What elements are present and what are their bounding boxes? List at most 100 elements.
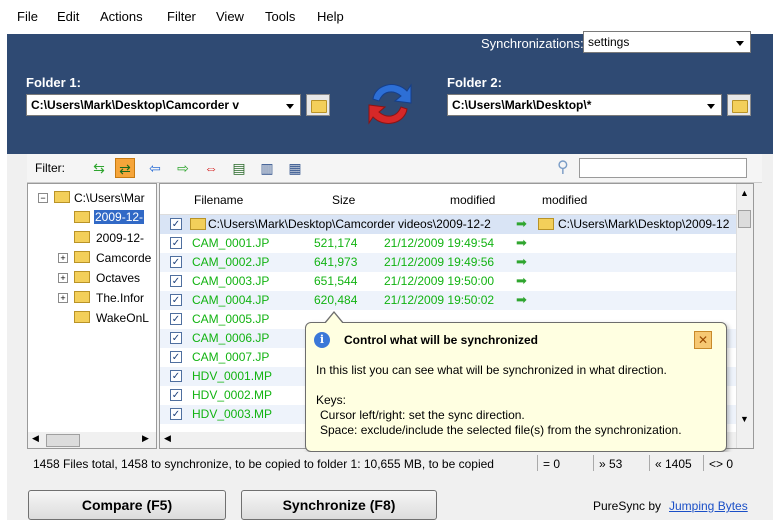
browse-folder2-button[interactable]: [727, 94, 751, 116]
tree-horizontal-scrollbar[interactable]: ◀ ▶: [28, 432, 156, 448]
tree-item[interactable]: 2009-12-: [28, 208, 156, 228]
scroll-left-icon[interactable]: ◀: [32, 433, 39, 444]
arrow-right-icon[interactable]: ➡: [516, 273, 527, 289]
scroll-up-icon[interactable]: ▲: [740, 188, 749, 198]
folder-icon: [538, 218, 554, 230]
app-window: File Edit Actions Filter View Tools Help…: [7, 0, 773, 520]
file-name: CAM_0002.JP: [192, 255, 270, 269]
table-row[interactable]: ✓ CAM_0002.JP 641,973 21/12/2009 19:49:5…: [160, 253, 740, 272]
folder-row-left-path: C:\Users\Mark\Desktop\Camcorder videos\2…: [208, 217, 491, 231]
row-checkbox[interactable]: ✓: [170, 256, 182, 268]
close-icon[interactable]: ✕: [694, 331, 712, 349]
synchronize-button[interactable]: Synchronize (F8): [241, 490, 437, 520]
scroll-thumb[interactable]: [738, 210, 751, 228]
row-checkbox[interactable]: ✓: [170, 294, 182, 306]
status-divider: [703, 455, 704, 471]
arrow-right-icon[interactable]: ➡: [516, 254, 527, 270]
folder1-value: C:\Users\Mark\Desktop\Camcorder v: [31, 98, 240, 112]
folder2-label: Folder 2:: [447, 75, 502, 90]
folder-icon: [74, 251, 90, 263]
arrow-left-filter-icon[interactable]: ⇦: [145, 158, 165, 178]
sync-both-filter-icon[interactable]: ⇄: [115, 158, 135, 178]
scroll-left-icon[interactable]: ◀: [164, 433, 171, 444]
menu-edit[interactable]: Edit: [57, 9, 79, 24]
equal-filter-icon[interactable]: ▦: [285, 158, 305, 178]
tooltip-key-space: Space: exclude/include the selected file…: [320, 423, 682, 437]
synchronizations-label: Synchronizations:: [481, 36, 584, 51]
row-checkbox[interactable]: ✓: [170, 237, 182, 249]
file-modified: 21/12/2009 19:49:56: [384, 255, 495, 269]
row-checkbox[interactable]: ✓: [170, 408, 182, 420]
folder-icon: [74, 231, 90, 243]
file-name: CAM_0001.JP: [192, 236, 270, 250]
folder2-select[interactable]: C:\Users\Mark\Desktop\*: [447, 94, 722, 116]
menu-filter[interactable]: Filter: [167, 9, 196, 24]
tree-item[interactable]: WakeOnL: [28, 308, 156, 328]
menu-file[interactable]: File: [17, 9, 38, 24]
column-modified-left[interactable]: modified: [450, 193, 495, 207]
status-equal-count: = 0: [543, 457, 561, 471]
folder-row[interactable]: ✓ C:\Users\Mark\Desktop\Camcorder videos…: [160, 215, 740, 234]
folder-icon: [74, 311, 90, 323]
row-checkbox[interactable]: ✓: [170, 313, 182, 325]
column-filename[interactable]: Filename: [194, 193, 243, 207]
arrow-right-icon[interactable]: ➡: [516, 235, 527, 251]
compare-button[interactable]: Compare (F5): [28, 490, 226, 520]
row-checkbox[interactable]: ✓: [170, 389, 182, 401]
filter-toolbar: Filter: ⇆ ⇄ ⇦ ⇨ ⇔ ▤ ▥ ▦ ⚲: [27, 154, 762, 183]
tree-item-root[interactable]: − C:\Users\Mar: [28, 188, 156, 208]
row-checkbox[interactable]: ✓: [170, 370, 182, 382]
scroll-thumb[interactable]: [46, 434, 80, 447]
right-only-filter-icon[interactable]: ▥: [257, 158, 277, 178]
scroll-right-icon[interactable]: ▶: [142, 433, 149, 444]
tree-item[interactable]: 2009-12-: [28, 228, 156, 248]
tree-item[interactable]: + Camcorde: [28, 248, 156, 268]
list-vertical-scrollbar[interactable]: ▲ ▼: [736, 184, 753, 448]
row-checkbox[interactable]: ✓: [170, 351, 182, 363]
menu-actions[interactable]: Actions: [100, 9, 143, 24]
file-name: CAM_0003.JP: [192, 274, 270, 288]
folder-panel: Synchronizations: settings Folder 1: C:\…: [7, 31, 773, 154]
file-size: 620,484: [314, 293, 358, 307]
file-name: HDV_0002.MP: [192, 388, 273, 402]
filter-search-input[interactable]: [579, 158, 747, 178]
menu-help[interactable]: Help: [317, 9, 344, 24]
file-name: CAM_0005.JP: [192, 312, 270, 326]
arrow-right-icon[interactable]: ➡: [516, 292, 527, 308]
file-name: HDV_0003.MP: [192, 407, 273, 421]
collapse-icon[interactable]: −: [38, 193, 48, 203]
browse-folder1-button[interactable]: [306, 94, 330, 116]
expand-icon[interactable]: +: [58, 273, 68, 283]
row-checkbox[interactable]: ✓: [170, 275, 182, 287]
folder1-label: Folder 1:: [26, 75, 81, 90]
folder1-select[interactable]: C:\Users\Mark\Desktop\Camcorder v: [26, 94, 301, 116]
sync-right-filter-icon[interactable]: ⇆: [89, 158, 109, 178]
table-row[interactable]: ✓ CAM_0004.JP 620,484 21/12/2009 19:50:0…: [160, 291, 740, 310]
info-icon: i: [314, 332, 330, 348]
column-modified-right[interactable]: modified: [542, 193, 587, 207]
jumping-bytes-link[interactable]: Jumping Bytes: [669, 499, 748, 513]
menu-view[interactable]: View: [216, 9, 244, 24]
arrow-right-filter-icon[interactable]: ⇨: [173, 158, 193, 178]
status-bar: 1458 Files total, 1458 to synchronize, t…: [27, 452, 762, 474]
chevron-down-icon: [736, 41, 744, 46]
left-only-filter-icon[interactable]: ▤: [229, 158, 249, 178]
tooltip-keys-heading: Keys:: [316, 393, 347, 407]
synchronizations-value: settings: [588, 35, 630, 49]
conflict-filter-icon[interactable]: ⇔: [201, 158, 221, 178]
arrow-right-icon[interactable]: ➡: [516, 216, 527, 232]
expand-icon[interactable]: +: [58, 293, 68, 303]
swap-folders-icon[interactable]: [365, 77, 415, 132]
row-checkbox[interactable]: ✓: [170, 332, 182, 344]
expand-icon[interactable]: +: [58, 253, 68, 263]
table-row[interactable]: ✓ CAM_0003.JP 651,544 21/12/2009 19:50:0…: [160, 272, 740, 291]
list-header: Filename Size modified modified: [160, 184, 753, 215]
table-row[interactable]: ✓ CAM_0001.JP 521,174 21/12/2009 19:49:5…: [160, 234, 740, 253]
column-size[interactable]: Size: [332, 193, 355, 207]
synchronizations-select[interactable]: settings: [583, 31, 751, 53]
tree-item[interactable]: + The.Infor: [28, 288, 156, 308]
tree-item[interactable]: + Octaves: [28, 268, 156, 288]
menu-tools[interactable]: Tools: [265, 9, 295, 24]
row-checkbox[interactable]: ✓: [170, 218, 182, 230]
scroll-down-icon[interactable]: ▼: [740, 414, 749, 424]
